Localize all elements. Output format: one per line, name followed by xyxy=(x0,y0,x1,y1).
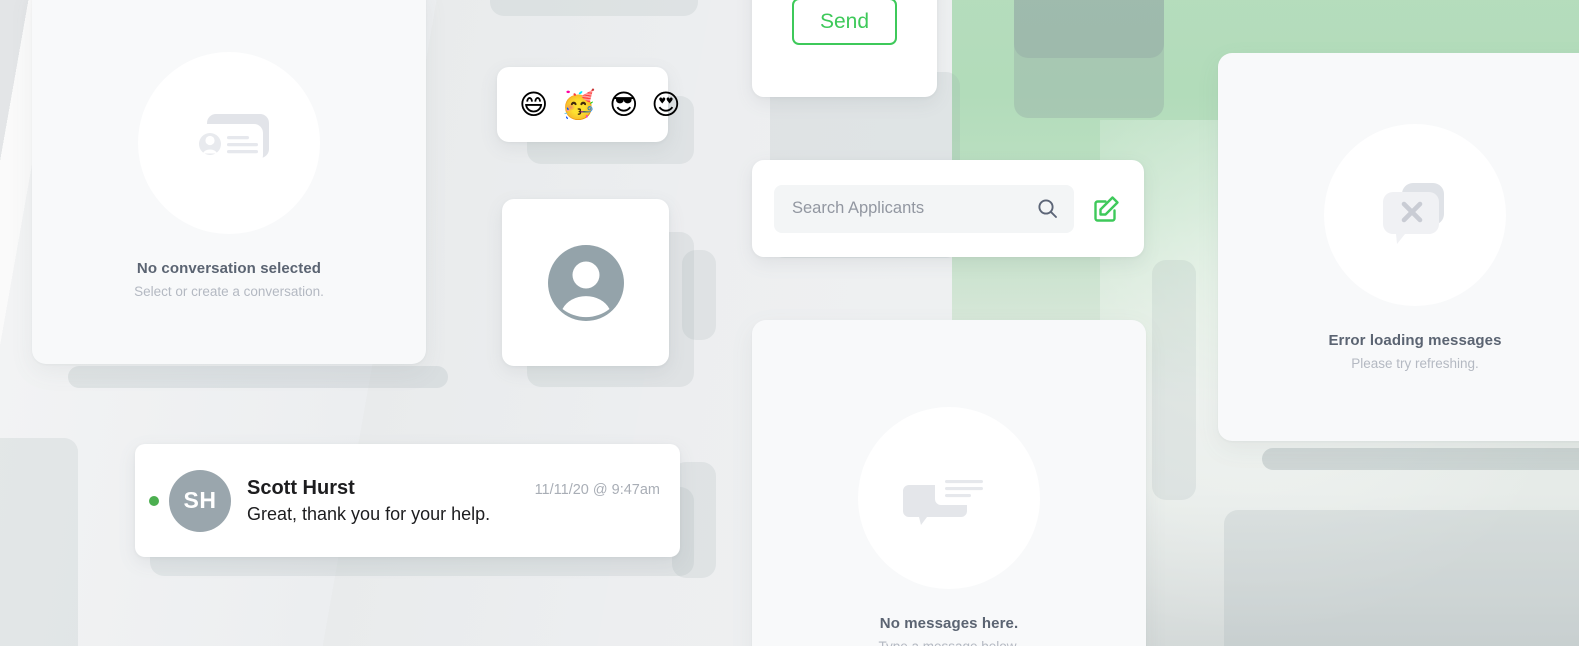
no-conversation-subtitle: Select or create a conversation. xyxy=(134,283,324,299)
message-timestamp: 11/11/20 @ 9:47am xyxy=(534,481,660,498)
decorative-block-2 xyxy=(68,366,448,388)
decorative-block-13 xyxy=(1262,448,1579,470)
send-button-card: Send xyxy=(752,0,937,97)
message-list-item[interactable]: SH Scott Hurst 11/11/20 @ 9:47am Great, … xyxy=(135,444,680,557)
no-messages-subtitle: Type a message below. xyxy=(878,638,1020,646)
error-title: Error loading messages xyxy=(1328,331,1502,349)
search-field[interactable] xyxy=(774,184,1074,233)
default-user-avatar-icon xyxy=(547,244,624,321)
decorative-block-12 xyxy=(1152,260,1196,500)
decorative-block-7 xyxy=(682,250,716,340)
grinning-face-with-smiling-eyes-emoji[interactable]: 😄 xyxy=(519,90,548,119)
no-conversation-title: No conversation selected xyxy=(136,259,322,277)
unread-indicator-dot xyxy=(149,495,159,506)
error-subtitle: Please try refreshing. xyxy=(1351,355,1479,371)
chat-bubbles-illustration xyxy=(858,406,1040,589)
error-loading-messages-card: Error loading messages Please try refres… xyxy=(1218,53,1579,441)
smiling-face-with-heart-eyes-emoji[interactable]: 😍 xyxy=(651,90,680,119)
decorative-block-11 xyxy=(1014,0,1164,118)
message-header: Scott Hurst 11/11/20 @ 9:47am xyxy=(247,477,660,500)
send-button[interactable]: Send xyxy=(791,0,898,46)
message-content: Scott Hurst 11/11/20 @ 9:47am Great, tha… xyxy=(247,477,660,525)
emoji-picker-card[interactable]: 😄 🥳 😎 😍 xyxy=(497,67,680,142)
decorative-block-3 xyxy=(490,0,698,16)
smiling-face-with-sunglasses-emoji[interactable]: 😎 xyxy=(609,90,638,119)
chat-bubbles-icon xyxy=(903,470,993,525)
search-applicants-card xyxy=(752,160,1144,257)
search-input[interactable] xyxy=(792,199,1037,218)
chat-bubble-error-illustration xyxy=(1324,123,1506,306)
contact-card-icon xyxy=(189,113,269,164)
search-icon[interactable] xyxy=(1037,198,1058,219)
partying-face-emoji[interactable]: 🥳 xyxy=(561,90,596,119)
decorative-block-14 xyxy=(1224,510,1579,646)
decorative-block-1 xyxy=(0,438,78,646)
chat-bubble-error-icon xyxy=(1383,182,1444,244)
ui-showcase-canvas: No conversation selected Select or creat… xyxy=(0,0,1579,646)
compose-icon[interactable] xyxy=(1092,194,1122,224)
avatar-placeholder-card xyxy=(502,199,669,366)
no-messages-empty-state-card: No messages here. Type a message below. xyxy=(752,320,1146,646)
sender-name: Scott Hurst xyxy=(247,476,355,499)
message-preview: Great, thank you for your help. xyxy=(247,503,491,524)
no-conversation-empty-state-card: No conversation selected Select or creat… xyxy=(32,0,426,364)
avatar: SH xyxy=(169,469,231,532)
no-messages-title: No messages here. xyxy=(879,614,1019,632)
contact-card-illustration xyxy=(138,51,320,234)
